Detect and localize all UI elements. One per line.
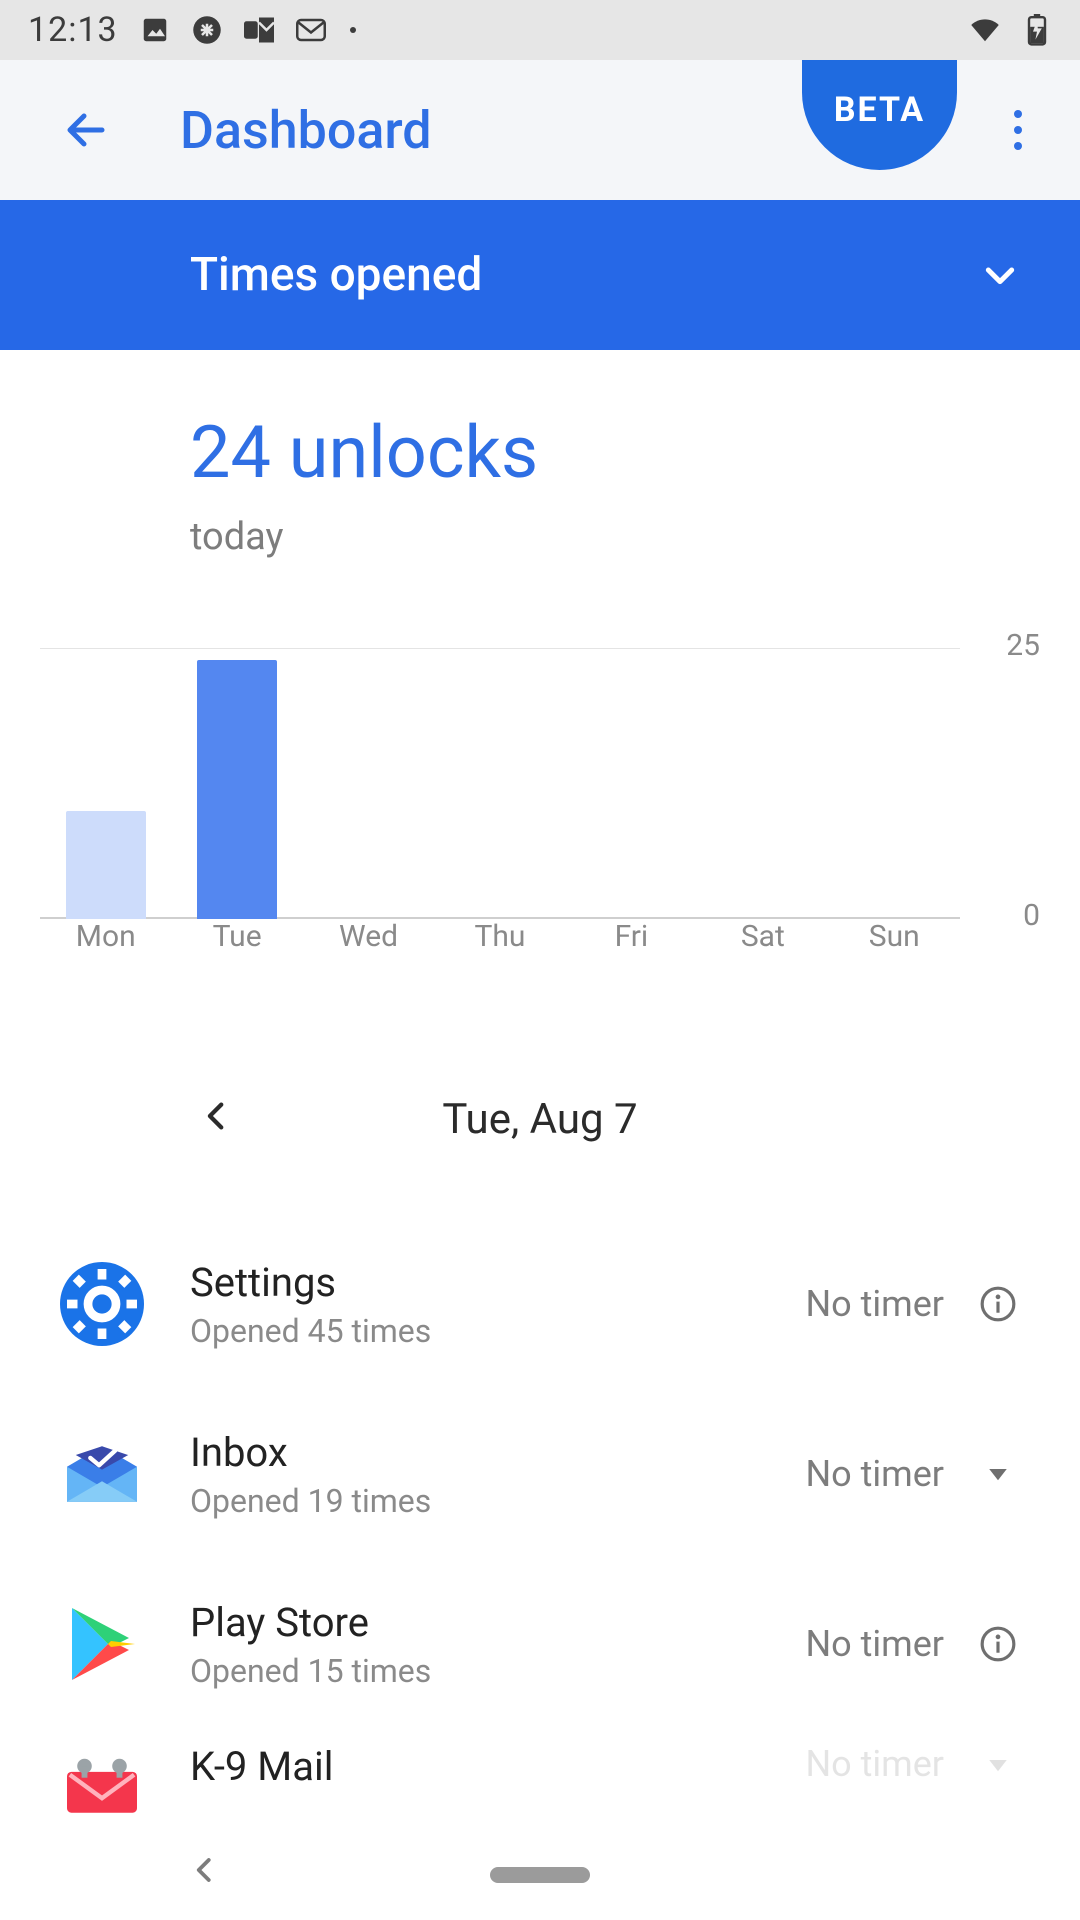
list-item[interactable]: Settings Opened 45 times No timer	[0, 1219, 1080, 1389]
chevron-down-icon	[980, 255, 1020, 295]
nav-home-pill[interactable]	[490, 1867, 590, 1883]
mail-icon	[296, 15, 326, 45]
timer-label: No timer	[805, 1623, 944, 1665]
settings-app-icon	[60, 1262, 144, 1346]
overflow-menu-button[interactable]	[998, 110, 1038, 150]
info-icon[interactable]	[976, 1622, 1020, 1666]
play-store-app-icon	[60, 1602, 144, 1686]
list-item[interactable]: Play Store Opened 15 times No timer	[0, 1559, 1080, 1729]
chart-x-tick: Sun	[829, 919, 960, 969]
app-sub: Opened 15 times	[190, 1652, 805, 1690]
battery-charging-icon	[1022, 15, 1052, 45]
headline: 24 unlocks today	[0, 350, 1080, 559]
chart-x-tick: Thu	[434, 919, 565, 969]
app-name: Inbox	[190, 1429, 805, 1476]
chart-y-tick: 25	[1006, 628, 1040, 663]
app-name: Play Store	[190, 1599, 805, 1646]
app-bar: Dashboard BETA	[0, 60, 1080, 200]
chart-x-tick: Mon	[40, 919, 171, 969]
chart-bar[interactable]	[197, 660, 277, 919]
metric-selector-label: Times opened	[190, 248, 482, 302]
k9mail-app-icon	[60, 1743, 144, 1827]
outlook-icon	[244, 15, 274, 45]
timer-label: No timer	[805, 1743, 944, 1785]
chart-x-tick: Wed	[303, 919, 434, 969]
back-button[interactable]	[56, 100, 116, 160]
more-notifications-icon	[348, 15, 358, 45]
previous-day-button[interactable]	[200, 1099, 240, 1139]
status-bar: 12:13	[0, 0, 1080, 60]
chart-x-tick: Tue	[171, 919, 302, 969]
wifi-icon	[970, 15, 1000, 45]
metric-selector[interactable]: Times opened	[0, 200, 1080, 350]
chart-x-tick: Fri	[566, 919, 697, 969]
chart-x-axis: MonTueWedThuFriSatSun	[40, 919, 960, 969]
unlocks-bar-chart[interactable]: MonTueWedThuFriSatSun 025	[40, 649, 1040, 969]
beta-badge-label: BETA	[834, 90, 925, 130]
dropdown-caret-icon[interactable]	[976, 1743, 1020, 1787]
chart-x-tick: Sat	[697, 919, 828, 969]
app-sub: Opened 45 times	[190, 1312, 805, 1350]
list-item[interactable]: K-9 Mail No timer	[0, 1729, 1080, 1829]
list-item[interactable]: Inbox Opened 19 times No timer	[0, 1389, 1080, 1559]
info-icon[interactable]	[976, 1282, 1020, 1326]
app-list: Settings Opened 45 times No timer Inbox …	[0, 1219, 1080, 1829]
slack-icon	[192, 15, 222, 45]
chart-bar[interactable]	[66, 811, 146, 919]
beta-badge: BETA	[802, 60, 957, 170]
selected-date: Tue, Aug 7	[442, 1095, 637, 1144]
dropdown-caret-icon[interactable]	[976, 1452, 1020, 1496]
page-title: Dashboard	[180, 100, 432, 161]
system-navigation-bar	[0, 1830, 1080, 1920]
image-icon	[140, 15, 170, 45]
date-navigator: Tue, Aug 7	[0, 1079, 1080, 1159]
headline-subtitle: today	[190, 515, 1080, 559]
app-sub: Opened 19 times	[190, 1482, 805, 1520]
app-name: K-9 Mail	[190, 1743, 805, 1790]
app-name: Settings	[190, 1259, 805, 1306]
inbox-app-icon	[60, 1432, 144, 1516]
nav-back-button[interactable]	[190, 1855, 230, 1895]
headline-value: 24 unlocks	[190, 410, 1080, 495]
clock: 12:13	[28, 10, 118, 50]
chart-y-tick: 0	[1023, 898, 1040, 933]
timer-label: No timer	[805, 1283, 944, 1325]
timer-label: No timer	[805, 1453, 944, 1495]
